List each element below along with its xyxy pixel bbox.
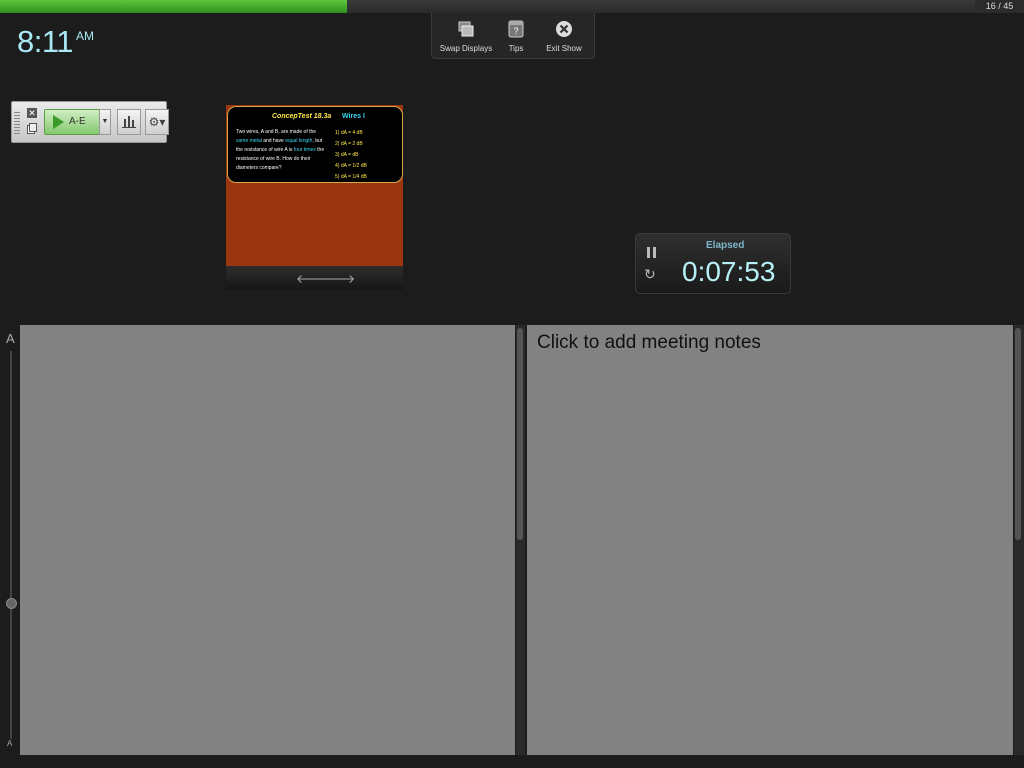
play-icon: [53, 115, 64, 129]
answer-option: 5) dA = 1/4 dB: [335, 174, 367, 180]
exit-show-button[interactable]: Exit Show: [540, 13, 588, 58]
timer-value: 0:07:53: [682, 256, 776, 287]
start-poll-button[interactable]: A-E: [44, 109, 100, 135]
slide-subtitle: Wires I: [342, 113, 365, 120]
results-chart-button[interactable]: [117, 109, 141, 135]
reset-icon[interactable]: ↻: [644, 266, 656, 283]
font-size-large-label: A: [6, 331, 15, 346]
clock: 8:11 AM: [17, 24, 94, 60]
answer-option: 4) dA = 1/2 dB: [335, 163, 367, 169]
slide-notes-scrollbar[interactable]: [516, 325, 525, 755]
arrow-right-icon[interactable]: 🡒: [323, 271, 355, 286]
swap-displays-icon: [458, 21, 474, 37]
pause-icon[interactable]: [647, 247, 657, 258]
presenter-toolbar: Swap Displays ? Tips Exit Show: [431, 13, 595, 59]
drag-handle[interactable]: [14, 112, 20, 134]
meeting-notes-placeholder[interactable]: Click to add meeting notes: [537, 332, 761, 354]
meeting-notes-scrollbar[interactable]: [1014, 325, 1024, 755]
close-circle-icon: [556, 21, 572, 37]
slider-track[interactable]: [10, 351, 12, 739]
answer-options: 1) dA = 4 dB 2) dA = 2 dB 3) dA = dB 4) …: [335, 128, 367, 183]
slider-knob[interactable]: [6, 598, 17, 609]
slide-progress-bar: [0, 0, 975, 13]
question-highlight: same metal: [236, 138, 262, 144]
swap-displays-button[interactable]: Swap Displays: [436, 13, 496, 58]
exit-show-label: Exit Show: [546, 44, 582, 53]
slide-progress-fill: [0, 0, 347, 13]
svg-text:?: ?: [513, 26, 518, 36]
tips-label: Tips: [508, 44, 524, 53]
current-slide-thumbnail[interactable]: ConcepTest 18.3a Wires I Two wires, A an…: [226, 105, 403, 266]
slide-navigation: 🡐 🡒: [226, 266, 403, 290]
start-poll-label: A-E: [69, 116, 86, 127]
timer-label: Elapsed: [706, 240, 745, 251]
slide-notes-pane[interactable]: [20, 325, 515, 755]
gear-icon[interactable]: ⚙▾: [145, 109, 169, 135]
chevron-down-icon[interactable]: ▼: [99, 109, 111, 135]
question-text: and have: [263, 138, 284, 144]
question-text: Two wires, A and B, are made of the: [236, 129, 317, 135]
bar-chart-icon: [122, 116, 136, 128]
question-highlight: four times: [293, 147, 316, 153]
clock-time: 8:11: [17, 24, 74, 59]
slide-question: Two wires, A and B, are made of the same…: [236, 128, 328, 173]
tips-button[interactable]: ? Tips: [501, 13, 531, 58]
answer-option: 2) dA = 2 dB: [335, 141, 363, 147]
meeting-notes-pane[interactable]: Click to add meeting notes: [527, 325, 1013, 755]
copy-icon[interactable]: [27, 123, 37, 134]
scrollbar-thumb[interactable]: [517, 328, 523, 540]
slide-content-card: ConcepTest 18.3a Wires I Two wires, A an…: [227, 106, 403, 183]
answer-option: 3) dA = dB: [335, 152, 359, 158]
question-highlight: equal length: [285, 138, 313, 144]
polling-widget: ✕ A-E ▼ ⚙▾: [11, 101, 169, 143]
answer-option: 1) dA = 4 dB: [335, 130, 363, 136]
elapsed-timer: Elapsed ↻ 0:07:53: [635, 233, 791, 294]
help-icon: ?: [508, 20, 524, 38]
clock-ampm: AM: [76, 29, 95, 43]
font-size-slider[interactable]: A A: [0, 325, 20, 755]
slide-title: ConcepTest 18.3a: [272, 113, 332, 120]
scrollbar-thumb[interactable]: [1015, 328, 1021, 540]
font-size-small-label: A: [7, 739, 13, 748]
close-icon[interactable]: ✕: [27, 108, 37, 118]
swap-displays-label: Swap Displays: [439, 44, 493, 53]
slide-counter: 16 / 45: [975, 0, 1024, 13]
